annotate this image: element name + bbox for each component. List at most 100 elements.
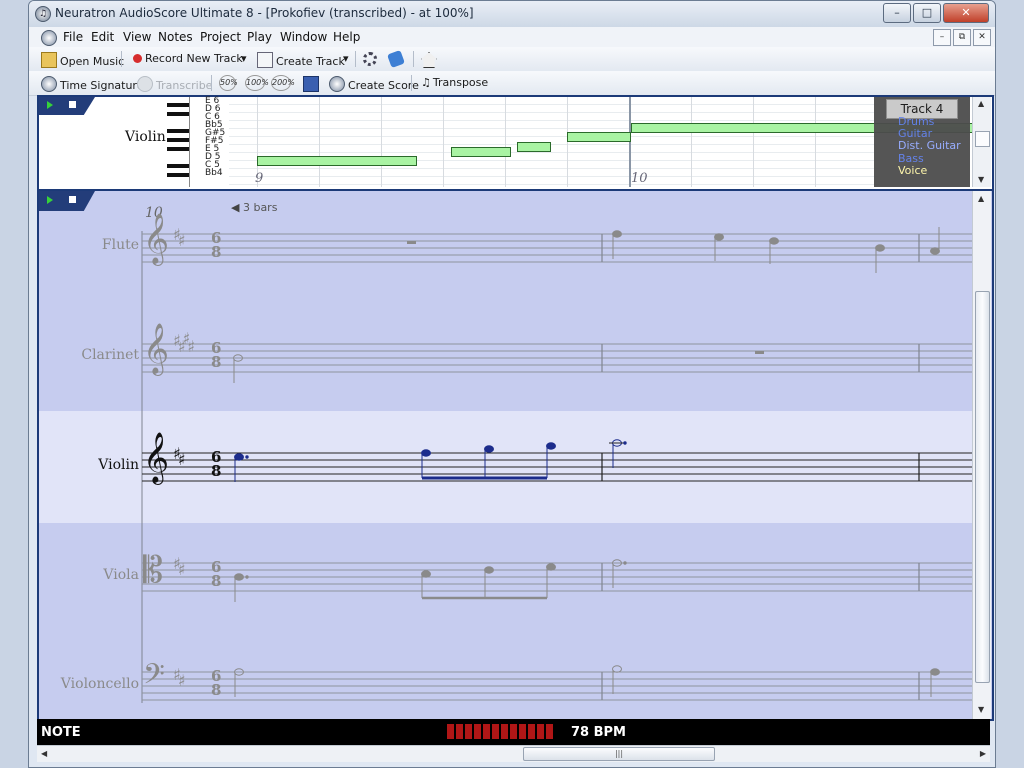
settings-button[interactable] bbox=[363, 52, 380, 66]
menu-edit[interactable]: Edit bbox=[91, 30, 114, 44]
toolbar-separator bbox=[413, 51, 414, 67]
violoncello-notes[interactable] bbox=[234, 665, 940, 697]
black-key[interactable] bbox=[167, 164, 189, 168]
scroll-down-icon[interactable]: ▼ bbox=[978, 705, 984, 714]
flute-rest[interactable] bbox=[407, 241, 416, 244]
stave-name-violoncello[interactable]: Violoncello bbox=[39, 676, 139, 692]
menu-file[interactable]: File bbox=[63, 30, 83, 44]
menu-help[interactable]: Help bbox=[333, 30, 360, 44]
scroll-thumb[interactable] bbox=[975, 131, 990, 147]
create-track-button[interactable]: Create Track bbox=[257, 52, 345, 68]
scroll-right-icon[interactable]: ▶ bbox=[980, 749, 986, 758]
scroll-up-icon[interactable]: ▲ bbox=[978, 99, 984, 108]
track-item-dist-guitar[interactable]: Dist. Guitar bbox=[898, 139, 961, 152]
zoom-50-button[interactable]: 50% bbox=[219, 75, 238, 91]
track-selector[interactable]: Track 4 Drums Guitar Dist. Guitar Bass V… bbox=[874, 97, 970, 187]
transcribe-button[interactable]: Transcribe bbox=[137, 76, 212, 92]
bar-number: 10 bbox=[631, 171, 648, 186]
transpose-button[interactable]: ♫ Transpose bbox=[421, 76, 488, 89]
time-signature-button[interactable]: Time Signature bbox=[41, 76, 143, 92]
score-vertical-scrollbar[interactable]: ▲ ▼ bbox=[972, 191, 991, 719]
time-signature: 68 bbox=[211, 558, 222, 590]
create-track-dropdown-arrow[interactable]: ▾ bbox=[343, 52, 349, 65]
app-icon[interactable]: ♫ bbox=[35, 6, 51, 22]
key-signature: ♯♯ bbox=[173, 554, 185, 579]
score-view[interactable]: 10 ◀ 3 bars Flute 𝄞 ♯♯ 68 Clarinet 𝄞 ♯♯♯… bbox=[37, 189, 994, 721]
clarinet-rest[interactable] bbox=[755, 351, 764, 354]
black-key[interactable] bbox=[167, 103, 189, 107]
beat-line bbox=[505, 97, 506, 187]
score-horizontal-scrollbar[interactable]: ◀ ||| ▶ bbox=[37, 745, 990, 762]
open-music-button[interactable]: Open Music bbox=[41, 52, 124, 68]
help-book-button[interactable] bbox=[387, 50, 406, 68]
time-signature: 68 bbox=[211, 229, 222, 261]
menu-play[interactable]: Play bbox=[247, 30, 272, 44]
mdi-close-button[interactable]: ✕ bbox=[973, 29, 991, 46]
piano-roll-scrollbar[interactable]: ▲ ▼ bbox=[972, 97, 991, 187]
scroll-left-icon[interactable]: ◀ bbox=[41, 749, 47, 758]
scroll-thumb[interactable]: ||| bbox=[523, 747, 715, 761]
black-key[interactable] bbox=[167, 138, 189, 142]
create-score-button[interactable]: Create Score bbox=[329, 76, 419, 92]
black-key[interactable] bbox=[167, 112, 189, 116]
gear-icon bbox=[363, 52, 377, 66]
track-item-voice[interactable]: Voice bbox=[898, 164, 927, 177]
scroll-down-icon[interactable]: ▼ bbox=[978, 175, 984, 184]
transcribe-icon bbox=[137, 76, 153, 92]
menu-bar: File Edit View Notes Project Play Window… bbox=[29, 27, 995, 48]
close-button[interactable]: ✕ bbox=[943, 3, 989, 23]
bars-nav[interactable]: ◀ 3 bars bbox=[231, 201, 277, 214]
stop-icon[interactable] bbox=[69, 101, 76, 108]
mdi-minimize-button[interactable]: – bbox=[933, 29, 951, 46]
bar-number: 9 bbox=[255, 171, 264, 186]
beat-line bbox=[567, 97, 568, 187]
stave-name-viola[interactable]: Viola bbox=[39, 567, 139, 583]
record-dropdown-arrow[interactable]: ▾ bbox=[241, 52, 247, 65]
viola-notes[interactable] bbox=[234, 559, 627, 602]
toolbar-separator bbox=[121, 51, 122, 67]
save-button[interactable] bbox=[303, 76, 322, 92]
stop-icon[interactable] bbox=[69, 196, 76, 203]
piano-keyboard[interactable] bbox=[167, 97, 190, 187]
level-meter-segment bbox=[528, 724, 535, 739]
play-icon[interactable] bbox=[47, 196, 53, 204]
note-name-column: E 6 D 6 C 6 Bb5 G#5 F#5 E 5 D 5 C 5 Bb4 bbox=[205, 97, 231, 178]
tempo-display[interactable]: 78 BPM bbox=[571, 725, 626, 740]
play-icon[interactable] bbox=[47, 101, 53, 109]
clarinet-notes[interactable] bbox=[233, 354, 243, 383]
input-mode-label: NOTE bbox=[41, 725, 81, 740]
piano-roll-note[interactable] bbox=[517, 142, 551, 152]
piano-roll-note[interactable] bbox=[567, 132, 631, 142]
level-meter-segment bbox=[546, 724, 553, 739]
home-button[interactable] bbox=[421, 52, 440, 68]
violoncello-staff-lines bbox=[142, 671, 972, 701]
menu-window[interactable]: Window bbox=[280, 30, 327, 44]
scroll-up-icon[interactable]: ▲ bbox=[978, 194, 984, 203]
black-key[interactable] bbox=[167, 147, 189, 151]
piano-roll-note[interactable] bbox=[257, 156, 417, 166]
stave-name-flute[interactable]: Flute bbox=[39, 237, 139, 253]
piano-roll-grid[interactable]: 9 10 bbox=[229, 97, 973, 187]
stave-name-violin[interactable]: Violin bbox=[39, 457, 139, 473]
treble-clef-icon: 𝄞 bbox=[143, 323, 170, 374]
mdi-restore-button[interactable]: ⧉ bbox=[953, 29, 971, 46]
stave-name-clarinet[interactable]: Clarinet bbox=[39, 347, 139, 363]
minimize-button[interactable]: – bbox=[883, 3, 911, 23]
beat-line bbox=[319, 97, 320, 187]
menu-project[interactable]: Project bbox=[200, 30, 241, 44]
triangle-left-icon[interactable]: ◀ bbox=[231, 201, 243, 214]
treble-clef-icon: 𝄞 bbox=[143, 432, 170, 483]
toolbar-separator bbox=[411, 75, 412, 91]
maximize-button[interactable]: □ bbox=[913, 3, 941, 23]
piano-roll-note[interactable] bbox=[451, 147, 511, 157]
zoom-100-button[interactable]: 100% bbox=[245, 75, 269, 91]
record-new-track-button[interactable]: Record New Track bbox=[133, 52, 243, 65]
menu-notes[interactable]: Notes bbox=[158, 30, 193, 44]
black-key[interactable] bbox=[167, 173, 189, 177]
document-icon[interactable] bbox=[41, 30, 57, 46]
scroll-thumb[interactable] bbox=[975, 291, 990, 683]
zoom-200-button[interactable]: 200% bbox=[271, 75, 295, 91]
menu-view[interactable]: View bbox=[123, 30, 151, 44]
black-key[interactable] bbox=[167, 129, 189, 133]
piano-roll-instrument-label: Violin bbox=[125, 129, 166, 145]
